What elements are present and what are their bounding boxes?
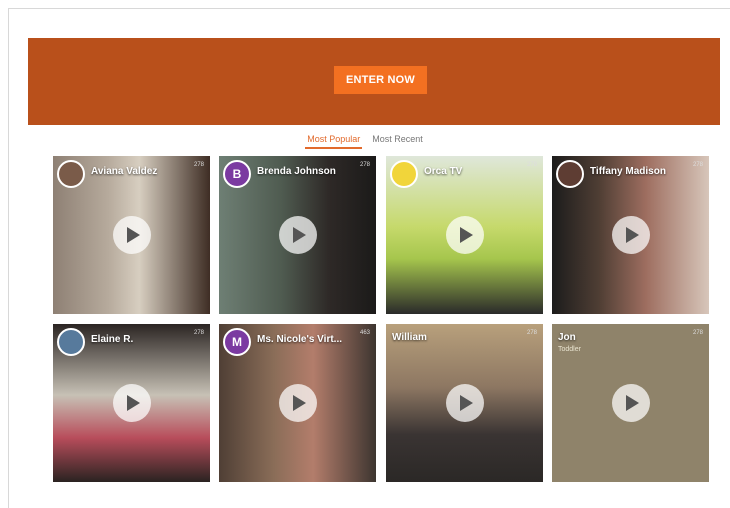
play-icon[interactable] [278,216,317,254]
creator-name: Ms. Nicole's Virt... [257,334,342,345]
video-stat: 278 [359,162,370,168]
avatar [556,160,584,188]
video-card[interactable]: Elaine R. 278 [53,324,210,482]
video-card[interactable]: William 278 [386,324,543,482]
video-card[interactable]: Tiffany Madison 278 [552,156,709,314]
play-icon[interactable] [445,384,484,422]
video-card[interactable]: Orca TV 278 [386,156,543,314]
creator-name: Elaine R. [91,334,134,345]
avatar [390,160,418,188]
video-stat: 463 [359,330,370,336]
video-card[interactable]: M Ms. Nicole's Virt... 463 [219,324,376,482]
creator-name: Jon [558,332,576,343]
avatar: B [223,160,251,188]
avatar [57,160,85,188]
video-stat: 278 [526,330,537,336]
video-stat: 278 [692,330,703,336]
creator-name: Orca TV [424,166,463,177]
creator-name: Brenda Johnson [257,166,336,177]
video-card[interactable]: Jon Toddler 278 [552,324,709,482]
video-stat: 278 [193,162,204,168]
play-icon[interactable] [112,216,151,254]
play-icon[interactable] [445,216,484,254]
creator-name: Tiffany Madison [590,166,666,177]
video-card[interactable]: Aviana Valdez 278 [53,156,210,314]
creator-name: Aviana Valdez [91,166,158,177]
avatar [57,328,85,356]
video-stat: 278 [692,162,703,168]
video-card[interactable]: B Brenda Johnson 278 [219,156,376,314]
play-icon[interactable] [611,216,650,254]
enter-now-button[interactable]: ENTER NOW [334,66,427,94]
play-icon[interactable] [112,384,151,422]
tab-most-popular[interactable]: Most Popular [305,134,363,149]
video-stat: 278 [193,330,204,336]
creator-subtitle: Toddler [558,346,581,353]
sort-tabs: Most Popular Most Recent [0,134,730,149]
avatar: M [223,328,251,356]
creator-name: William [392,332,427,343]
play-icon[interactable] [278,384,317,422]
video-stat: 278 [526,162,537,168]
video-grid: Aviana Valdez 278 B Brenda Johnson 278 O… [53,156,709,482]
play-icon[interactable] [611,384,650,422]
tab-most-recent[interactable]: Most Recent [370,134,425,149]
